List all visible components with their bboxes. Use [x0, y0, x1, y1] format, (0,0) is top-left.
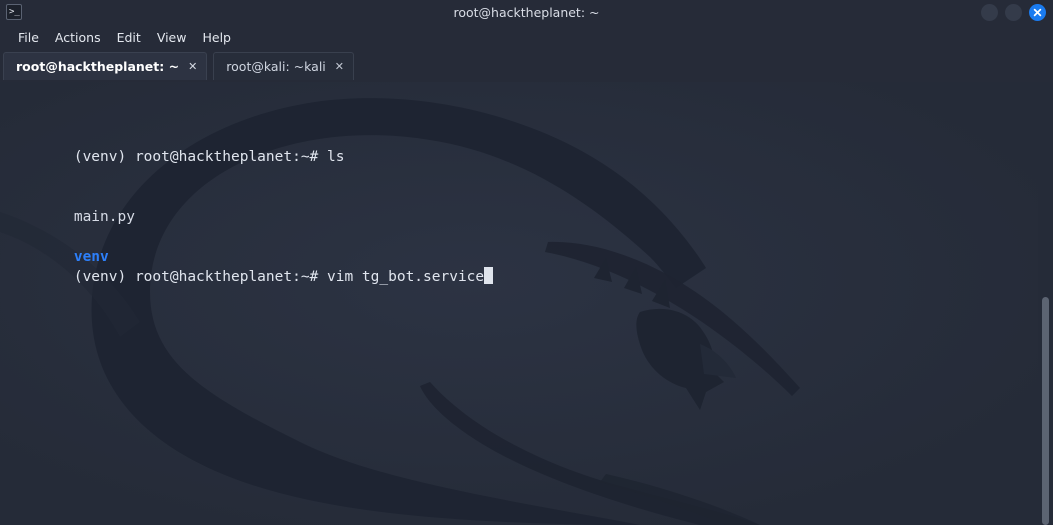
text-cursor [484, 267, 493, 284]
ls-spacer [74, 229, 91, 245]
window-controls [981, 4, 1046, 21]
ls-dir-venv: venv [73, 249, 109, 265]
terminal-screen[interactable]: (venv) root@hacktheplanet:~# ls main.py … [0, 82, 1053, 525]
close-button[interactable] [1029, 4, 1046, 21]
prompt-command-text: (venv) root@hacktheplanet:~# vim tg_bot.… [73, 269, 485, 285]
ls-file-main-py: main.py [73, 209, 135, 225]
tab-kali[interactable]: root@kali: ~kali ✕ [213, 52, 354, 80]
menu-item-view[interactable]: View [149, 28, 195, 47]
close-icon [1033, 8, 1042, 17]
menu-item-edit[interactable]: Edit [109, 28, 149, 47]
prompt-text: (venv) root@hacktheplanet:~# ls [73, 149, 345, 165]
window-title: root@hacktheplanet: ~ [453, 5, 600, 20]
menu-item-file[interactable]: File [10, 28, 47, 47]
terminal-line: main.py venv [4, 187, 493, 265]
tab-close-icon[interactable]: ✕ [188, 61, 197, 72]
terminal-scrollbar[interactable] [1038, 82, 1053, 525]
tab-label: root@hacktheplanet: ~ [16, 59, 180, 74]
minimize-button[interactable] [981, 4, 998, 21]
tab-hacktheplanet[interactable]: root@hacktheplanet: ~ ✕ [3, 52, 208, 80]
terminal-window: >_ root@hacktheplanet: ~ File Actions Ed… [0, 0, 1053, 525]
title-bar: >_ root@hacktheplanet: ~ [0, 0, 1053, 25]
menu-item-help[interactable]: Help [194, 28, 239, 47]
tab-close-icon[interactable]: ✕ [335, 61, 344, 72]
menu-bar: File Actions Edit View Help [0, 25, 1053, 50]
tab-bar: root@hacktheplanet: ~ ✕ root@kali: ~kali… [0, 52, 1053, 82]
menu-item-actions[interactable]: Actions [47, 28, 109, 47]
tab-label: root@kali: ~kali [226, 59, 326, 74]
terminal-line: (venv) root@hacktheplanet:~# ls [4, 127, 493, 165]
terminal-output: (venv) root@hacktheplanet:~# ls main.py … [4, 87, 493, 307]
scrollbar-thumb[interactable] [1042, 297, 1049, 525]
maximize-button[interactable] [1005, 4, 1022, 21]
